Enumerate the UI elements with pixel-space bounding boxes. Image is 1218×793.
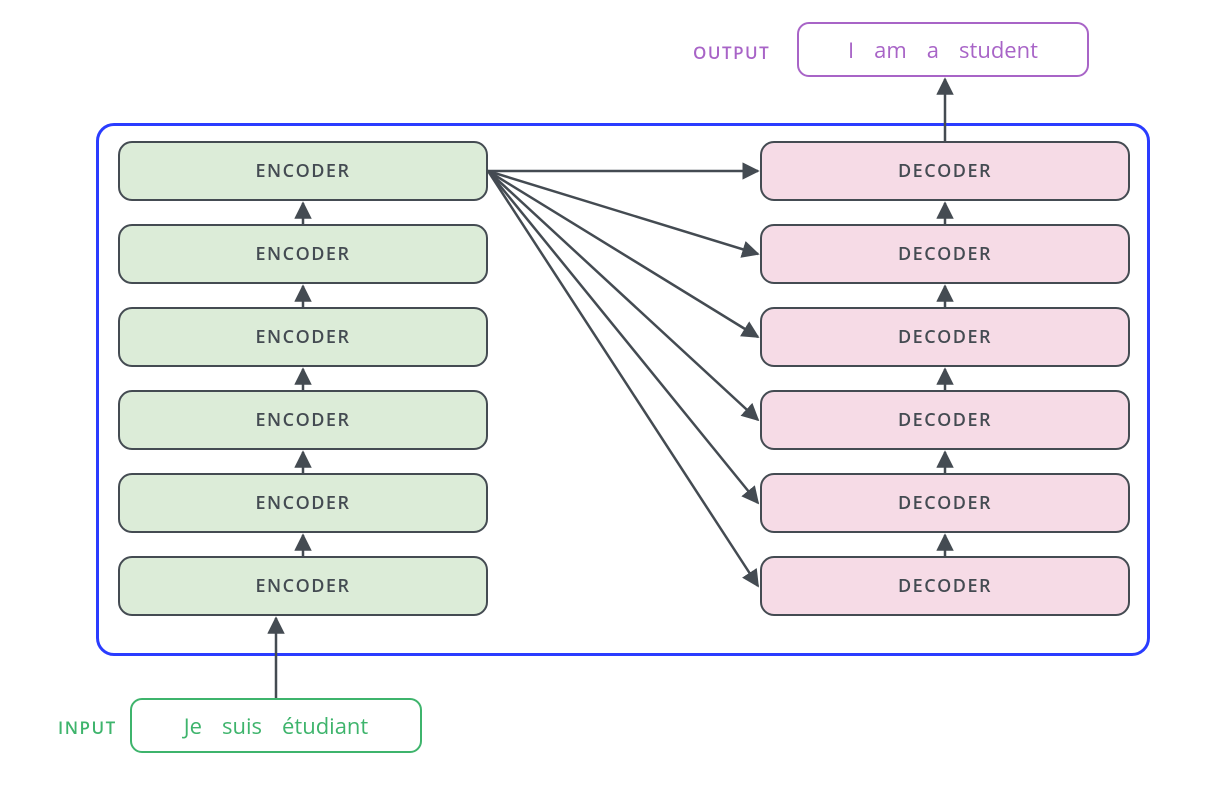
output-box: Iamastudent: [797, 22, 1089, 77]
encoder-block: ENCODER: [118, 141, 488, 201]
input-box: Jesuisétudiant: [130, 698, 422, 753]
input-caption: INPUT: [58, 716, 117, 739]
encoder-block: ENCODER: [118, 556, 488, 616]
token: a: [917, 35, 949, 65]
token: Je: [174, 711, 212, 741]
output-caption: OUTPUT: [693, 41, 770, 64]
decoder-label: DECODER: [898, 159, 992, 183]
encoder-label: ENCODER: [256, 242, 351, 266]
decoder-block: DECODER: [760, 556, 1130, 616]
encoder-block: ENCODER: [118, 390, 488, 450]
encoder-block: ENCODER: [118, 307, 488, 367]
decoder-label: DECODER: [898, 574, 992, 598]
decoder-block: DECODER: [760, 307, 1130, 367]
decoder-label: DECODER: [898, 491, 992, 515]
decoder-block: DECODER: [760, 141, 1130, 201]
encoder-block: ENCODER: [118, 473, 488, 533]
encoder-label: ENCODER: [256, 574, 351, 598]
token: suis: [212, 711, 272, 741]
token: student: [949, 35, 1048, 65]
decoder-label: DECODER: [898, 242, 992, 266]
encoder-label: ENCODER: [256, 491, 351, 515]
decoder-block: DECODER: [760, 224, 1130, 284]
decoder-label: DECODER: [898, 408, 992, 432]
encoder-label: ENCODER: [256, 408, 351, 432]
token: I: [838, 35, 864, 65]
token: étudiant: [272, 711, 378, 741]
decoder-block: DECODER: [760, 473, 1130, 533]
encoder-label: ENCODER: [256, 325, 351, 349]
encoder-block: ENCODER: [118, 224, 488, 284]
token: am: [864, 35, 917, 65]
diagram-root: OUTPUT Iamastudent ENCODER ENCODER ENCODER…: [0, 0, 1218, 793]
decoder-label: DECODER: [898, 325, 992, 349]
decoder-block: DECODER: [760, 390, 1130, 450]
encoder-label: ENCODER: [256, 159, 351, 183]
